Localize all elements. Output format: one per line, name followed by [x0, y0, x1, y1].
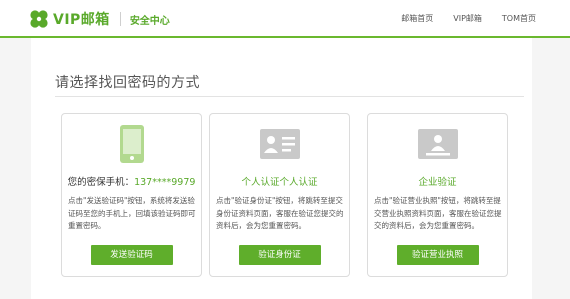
- logo-text: VIP邮箱: [53, 12, 110, 28]
- clover-logo-icon: [30, 10, 48, 28]
- divider: [55, 96, 524, 97]
- logo[interactable]: VIP邮箱 安全中心: [28, 8, 170, 30]
- card-title: 个人认证个人认证: [241, 177, 318, 188]
- id-recovery-card: 个人认证个人认证 点击"验证身份证"按钮，将跳转至提交身份证资料页面，客服在验证…: [209, 113, 350, 277]
- nav-mail-home-link[interactable]: 邮箱首页: [401, 13, 433, 24]
- card-description: 点击"验证身份证"按钮，将跳转至提交身份证资料页面，客服在验证您提交的资料后，会…: [216, 196, 344, 230]
- nav-vip-mail-link[interactable]: VIP邮箱: [453, 13, 482, 24]
- main-panel: 请选择找回密码的方式 您的密保手机：137****9979 点击"发送验证码"按…: [31, 38, 532, 299]
- verify-id-button[interactable]: 验证身份证: [238, 245, 321, 265]
- id-card-icon: [259, 125, 301, 163]
- card-title: 企业验证: [418, 177, 457, 188]
- top-header: VIP邮箱 安全中心 邮箱首页 VIP邮箱 TOM首页: [0, 0, 570, 38]
- card-description: 点击"发送验证码"按钮，系统将发送验证码至您的手机上，回填该验证码即可重置密码。: [68, 196, 196, 230]
- send-code-button[interactable]: 发送验证码: [90, 245, 173, 265]
- top-nav: 邮箱首页 VIP邮箱 TOM首页: [401, 13, 536, 24]
- business-recovery-card: 企业验证 点击"验证营业执照"按钮，将跳转至提交营业执照资料页面，客服在验证您提…: [367, 113, 508, 277]
- phone-label: 您的密保手机：: [67, 177, 135, 188]
- page-title: 请选择找回密码的方式: [55, 75, 200, 91]
- phone-number: 137****9979: [134, 177, 196, 188]
- phone-recovery-card: 您的密保手机：137****9979 点击"发送验证码"按钮，系统将发送验证码至…: [61, 113, 202, 277]
- section-title: 安全中心: [129, 15, 170, 27]
- business-license-icon: [417, 125, 459, 163]
- logo-divider: [119, 12, 121, 26]
- card-description: 点击"验证营业执照"按钮，将跳转至提交营业执照资料页面，客服在验证您提交的资料后…: [374, 196, 502, 230]
- phone-icon: [111, 125, 153, 163]
- card-title: 您的密保手机：137****9979: [62, 174, 201, 188]
- nav-tom-home-link[interactable]: TOM首页: [502, 13, 536, 24]
- verify-license-button[interactable]: 验证营业执照: [396, 245, 479, 265]
